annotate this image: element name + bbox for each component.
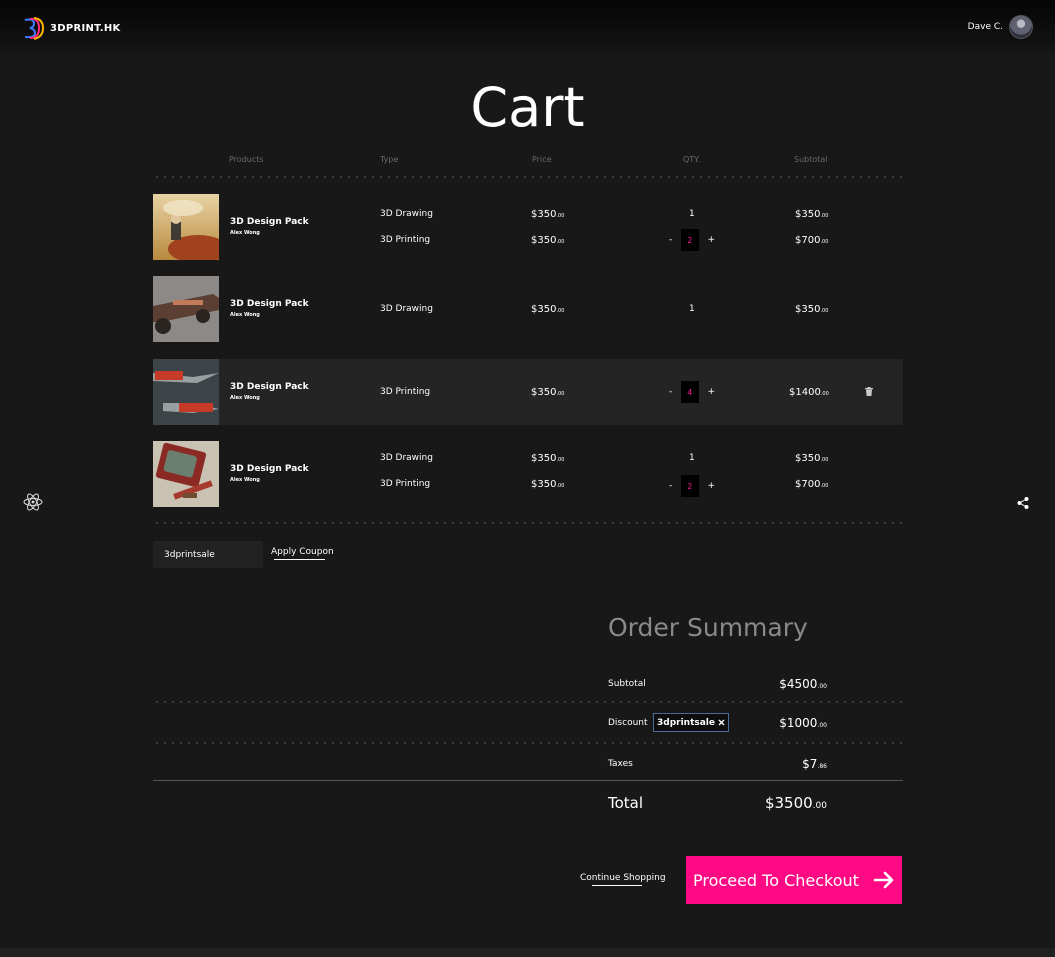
coupon-input[interactable]: [153, 541, 263, 568]
order-summary-title: Order Summary: [608, 613, 808, 642]
product-name[interactable]: 3D Design Pack: [230, 382, 309, 392]
quantity-stepper[interactable]: - 4 +: [669, 381, 715, 403]
item-subtotal: $350.00: [795, 453, 829, 464]
item-type: 3D Drawing: [380, 304, 433, 314]
qty-value: 1: [689, 304, 695, 314]
product-image[interactable]: [153, 359, 219, 425]
discount-coupon-tag: 3dprintsale: [653, 713, 729, 732]
product-image[interactable]: [153, 441, 219, 507]
taxes-value: $7.86: [802, 757, 827, 771]
qty-value: 1: [689, 453, 695, 463]
proceed-to-checkout-button[interactable]: Proceed To Checkout: [686, 856, 902, 904]
qty-increment-button[interactable]: +: [707, 235, 715, 245]
item-price: $350.00: [531, 304, 565, 315]
apply-coupon-link[interactable]: Apply Coupon: [271, 547, 334, 557]
qty-decrement-button[interactable]: -: [669, 235, 672, 245]
item-type: 3D Printing: [380, 387, 431, 397]
product-name[interactable]: 3D Design Pack: [230, 299, 309, 309]
brand-name: 3DPRINT.HK: [50, 22, 121, 34]
qty-value: 1: [689, 209, 695, 219]
subtotal-label: Subtotal: [608, 679, 646, 689]
total-value: $3500.00: [764, 794, 827, 812]
quantity-stepper[interactable]: - 2 +: [669, 475, 715, 497]
user-menu[interactable]: Dave C.: [968, 15, 1033, 39]
total-label: Total: [608, 794, 644, 812]
cart-item: 3D Design Pack Alex Wong 3D Drawing $350…: [153, 276, 903, 342]
divider: [153, 176, 903, 178]
quantity-stepper[interactable]: - 2 +: [669, 229, 715, 251]
product-author[interactable]: Alex Wong: [230, 230, 260, 236]
header-qty: QTY.: [683, 155, 700, 164]
item-subtotal: $700.00: [795, 479, 829, 490]
divider: [153, 701, 903, 703]
product-name[interactable]: 3D Design Pack: [230, 217, 309, 227]
qty-decrement-button[interactable]: -: [669, 387, 672, 397]
item-price: $350.00: [531, 209, 565, 220]
qty-increment-button[interactable]: +: [707, 481, 715, 491]
continue-shopping-underline: [592, 885, 642, 886]
discount-value: $1000.00: [779, 716, 827, 730]
trash-icon[interactable]: [865, 387, 873, 396]
item-subtotal: $700.00: [795, 235, 829, 246]
share-icon[interactable]: [1016, 496, 1030, 510]
cart-item: 3D Design Pack Alex Wong 3D Printing $35…: [153, 359, 903, 425]
product-name[interactable]: 3D Design Pack: [230, 464, 309, 474]
item-price: $350.00: [531, 479, 565, 490]
logo-icon: [24, 17, 44, 40]
continue-shopping-link[interactable]: Continue Shopping: [580, 873, 666, 883]
cart-item: 3D Design Pack Alex Wong 3D Drawing $350…: [153, 194, 903, 260]
cart-page: 3DPRINT.HK Dave C. Cart Products Type Pr…: [0, 0, 1055, 957]
qty-decrement-button[interactable]: -: [669, 481, 672, 491]
header-price: Price: [532, 155, 552, 164]
product-author[interactable]: Alex Wong: [230, 477, 260, 483]
page-title: Cart: [470, 76, 585, 139]
qty-input[interactable]: 2: [680, 229, 699, 251]
item-type: 3D Printing: [380, 235, 431, 245]
item-subtotal: $350.00: [795, 304, 829, 315]
item-price: $350.00: [531, 235, 565, 246]
cart-item: 3D Design Pack Alex Wong 3D Drawing $350…: [153, 441, 903, 507]
divider: [153, 742, 903, 744]
header-products: Products: [229, 155, 264, 164]
item-price: $350.00: [531, 387, 565, 398]
apply-coupon-underline: [274, 559, 325, 560]
item-type: 3D Drawing: [380, 453, 433, 463]
product-image[interactable]: [153, 276, 219, 342]
remove-tag-icon[interactable]: [718, 719, 725, 726]
taxes-label: Taxes: [608, 759, 633, 769]
qty-input[interactable]: 2: [680, 475, 699, 497]
user-name: Dave C.: [967, 22, 1003, 32]
total-separator: [153, 780, 903, 781]
item-price: $350.00: [531, 453, 565, 464]
brand-logo[interactable]: 3DPRINT.HK: [22, 16, 121, 40]
subtotal-value: $4500.00: [779, 677, 827, 691]
product-image[interactable]: [153, 194, 219, 260]
item-subtotal: $1400.00: [789, 387, 829, 398]
product-author[interactable]: Alex Wong: [230, 395, 260, 401]
discount-label: Discount: [608, 718, 648, 728]
qty-input[interactable]: 4: [680, 381, 699, 403]
header-type: Type: [380, 155, 399, 164]
top-bar: 3DPRINT.HK Dave C.: [0, 0, 1055, 56]
arrow-right-icon: [873, 871, 894, 889]
header-subtotal: Subtotal: [794, 155, 828, 164]
divider: [153, 522, 903, 524]
cart-table-header: Products Type Price QTY. Subtotal: [153, 155, 903, 169]
avatar[interactable]: [1009, 15, 1033, 39]
item-type: 3D Drawing: [380, 209, 433, 219]
footer-bar: [0, 948, 1055, 957]
item-subtotal: $350.00: [795, 209, 829, 220]
checkout-label: Proceed To Checkout: [693, 870, 859, 890]
item-type: 3D Printing: [380, 479, 431, 489]
discount-coupon-code: 3dprintsale: [657, 717, 715, 728]
qty-increment-button[interactable]: +: [707, 387, 715, 397]
atom-icon[interactable]: [23, 492, 43, 512]
product-author[interactable]: Alex Wong: [230, 312, 260, 318]
